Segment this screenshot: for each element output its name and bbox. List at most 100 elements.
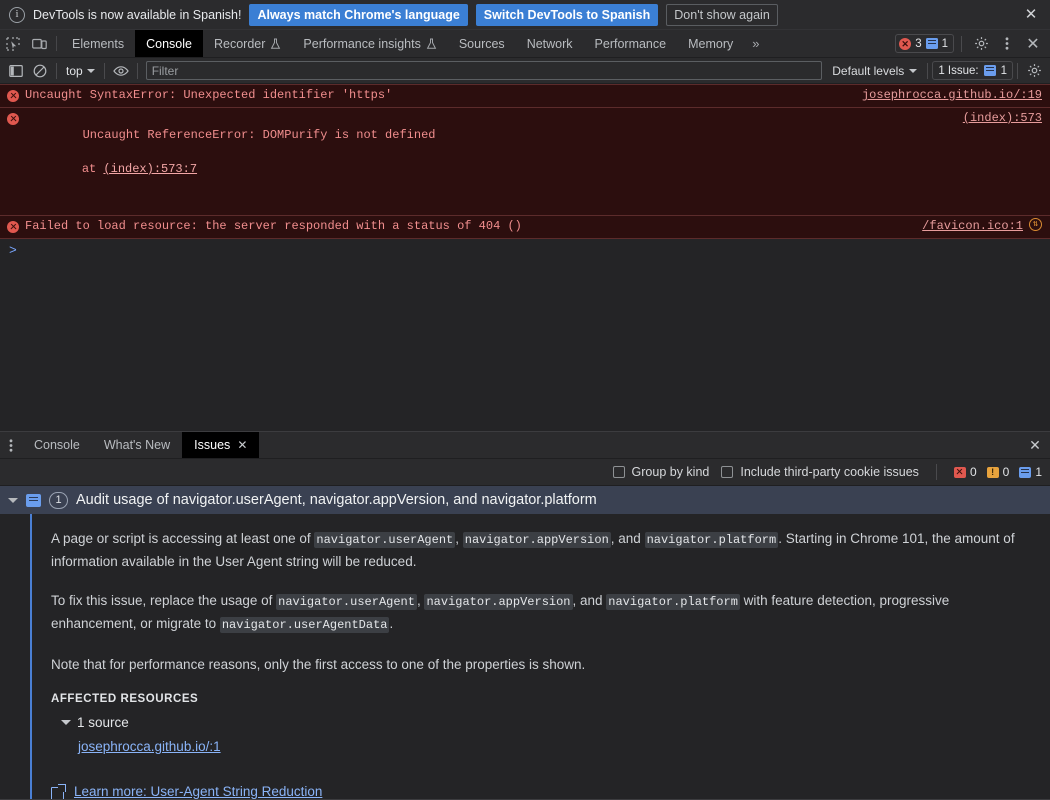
tab-label: Console — [146, 36, 192, 51]
console-message-error[interactable]: Uncaught SyntaxError: Unexpected identif… — [0, 84, 1050, 108]
console-filter-input[interactable] — [145, 61, 823, 80]
log-levels-label: Default levels — [832, 63, 905, 78]
error-warning-counter[interactable]: ✕ 3 1 — [895, 34, 954, 53]
stack-frame-link[interactable]: (index):573:7 — [103, 162, 197, 176]
devtools-window: i DevTools is now available in Spanish! … — [0, 0, 1050, 800]
experiment-flask-icon — [271, 38, 281, 49]
gear-icon[interactable] — [969, 32, 993, 56]
banner-close-icon[interactable]: ✕ — [1020, 4, 1042, 26]
tab-elements[interactable]: Elements — [61, 30, 135, 57]
tab-console[interactable]: Console — [135, 30, 203, 57]
issue-title: Audit usage of navigator.userAgent, navi… — [76, 492, 597, 508]
toolbar-divider — [56, 62, 57, 79]
drawer-tab-close-icon[interactable]: ✕ — [237, 438, 247, 452]
console-message-main: Uncaught ReferenceError: DOMPurify is no… — [82, 128, 436, 142]
issues-filter-toolbar: Group by kind Include third-party cookie… — [0, 459, 1050, 486]
execution-context-label: top — [66, 63, 83, 78]
issue-header-row[interactable]: 1 Audit usage of navigator.userAgent, na… — [0, 486, 1050, 514]
chevron-down-icon — [61, 720, 71, 725]
tab-performance-insights[interactable]: Performance insights — [292, 30, 447, 57]
inspect-element-icon[interactable] — [0, 30, 26, 57]
toolbar-divider — [1017, 62, 1018, 79]
chevron-down-icon — [86, 68, 95, 73]
issue-content: A page or script is accessing at least o… — [0, 528, 1050, 799]
tab-label: Performance insights — [303, 36, 421, 51]
toolbar-divider — [56, 36, 57, 51]
affected-resources-label: AFFECTED RESOURCES — [51, 693, 199, 705]
issues-list: 1 Audit usage of navigator.userAgent, na… — [0, 486, 1050, 799]
console-message-source-link[interactable]: josephrocca.github.io/:19 — [862, 87, 1042, 104]
issues-count-group: 0 ! 0 1 — [953, 465, 1042, 479]
chevron-down-icon — [909, 68, 918, 73]
tab-label: Recorder — [213, 36, 266, 51]
code-token: navigator.userAgentData — [219, 617, 390, 633]
console-message-error[interactable]: Uncaught ReferenceError: DOMPurify is no… — [0, 108, 1050, 216]
tab-memory[interactable]: Memory — [677, 30, 744, 57]
drawer-menu-icon[interactable] — [0, 432, 22, 458]
console-message-source-link[interactable]: /favicon.ico:1 — [922, 218, 1023, 235]
device-toolbar-icon[interactable] — [26, 30, 52, 57]
dont-show-again-button[interactable]: Don't show again — [666, 3, 778, 26]
console-message-error[interactable]: Failed to load resource: the server resp… — [0, 216, 1050, 239]
drawer-tab-label: What's New — [103, 438, 171, 452]
checkbox-box — [612, 466, 625, 478]
console-settings-icon[interactable] — [1022, 60, 1046, 82]
live-expression-icon[interactable] — [109, 60, 133, 82]
language-notification-banner: i DevTools is now available in Spanish! … — [0, 0, 1050, 30]
drawer-tab-bar: Console What's New Issues ✕ ✕ — [0, 432, 1050, 459]
issue-description-paragraph-3: Note that for performance reasons, only … — [51, 657, 586, 672]
kebab-menu-icon[interactable] — [995, 32, 1019, 56]
count-value: 1 — [1035, 465, 1042, 479]
error-icon — [7, 221, 19, 233]
console-prompt[interactable]: > — [0, 239, 1050, 261]
code-token: navigator.platform — [644, 532, 779, 548]
devtools-drawer: Console What's New Issues ✕ ✕ Group by k… — [0, 431, 1050, 800]
info-icon: i — [9, 6, 25, 23]
text-run: , — [455, 531, 463, 546]
chevron-down-icon[interactable] — [8, 497, 18, 503]
clear-console-icon[interactable] — [28, 60, 52, 82]
console-message-source-link[interactable]: (index):573 — [963, 110, 1042, 127]
tab-recorder[interactable]: Recorder — [203, 30, 292, 57]
drawer-close-icon[interactable]: ✕ — [1020, 432, 1050, 458]
info-message-icon — [26, 493, 41, 507]
console-message-text: Uncaught ReferenceError: DOMPurify is no… — [25, 110, 953, 212]
affected-source-link[interactable]: josephrocca.github.io/:1 — [78, 739, 1022, 754]
tab-network[interactable]: Network — [516, 30, 584, 57]
devtools-close-icon[interactable]: ✕ — [1021, 32, 1045, 56]
console-message-list: Uncaught SyntaxError: Unexpected identif… — [0, 84, 1050, 431]
tab-sources[interactable]: Sources — [448, 30, 516, 57]
drawer-tab-issues[interactable]: Issues ✕ — [182, 432, 260, 458]
info-message-icon — [1019, 466, 1032, 478]
drawer-tab-whats-new[interactable]: What's New — [92, 432, 182, 458]
more-tabs-icon[interactable]: » — [744, 30, 766, 57]
network-request-icon[interactable]: ⇅ — [1029, 218, 1042, 231]
code-token: navigator.userAgent — [314, 532, 456, 548]
issue-description-paragraph-2: To fix this issue, replace the usage of … — [51, 590, 1022, 636]
drawer-tab-console[interactable]: Console — [22, 432, 92, 458]
affected-sources-toggle[interactable]: 1 source — [61, 715, 1022, 730]
console-sidebar-icon[interactable] — [4, 60, 28, 82]
text-run: To fix this issue, replace the usage of — [51, 593, 277, 608]
always-match-language-button[interactable]: Always match Chrome's language — [249, 3, 468, 26]
checkbox-box — [721, 466, 734, 478]
console-prompt-chevron-icon: > — [9, 242, 17, 258]
toolbar-divider — [935, 464, 937, 480]
learn-more-link[interactable]: Learn more: User-Agent String Reduction — [51, 783, 1022, 799]
switch-to-spanish-button[interactable]: Switch DevTools to Spanish — [475, 3, 659, 26]
include-third-party-cookie-issues-checkbox[interactable]: Include third-party cookie issues — [721, 465, 919, 479]
toolbar-divider — [136, 62, 138, 79]
experiment-flask-icon — [426, 38, 437, 49]
issues-warning-count: ! 0 — [986, 465, 1010, 479]
group-by-kind-checkbox[interactable]: Group by kind — [612, 465, 709, 479]
execution-context-selector[interactable]: top — [61, 61, 100, 81]
log-levels-selector[interactable]: Default levels — [826, 64, 923, 78]
count-value: 0 — [1002, 465, 1010, 479]
issues-counter-button[interactable]: 1 Issue: 1 — [932, 61, 1013, 80]
error-icon: ✕ — [899, 37, 912, 50]
tab-label: Memory — [688, 36, 734, 51]
banner-message: DevTools is now available in Spanish! — [33, 7, 242, 22]
tab-performance[interactable]: Performance — [584, 30, 678, 57]
message-icon — [983, 65, 996, 76]
text-run: , and — [610, 531, 645, 546]
